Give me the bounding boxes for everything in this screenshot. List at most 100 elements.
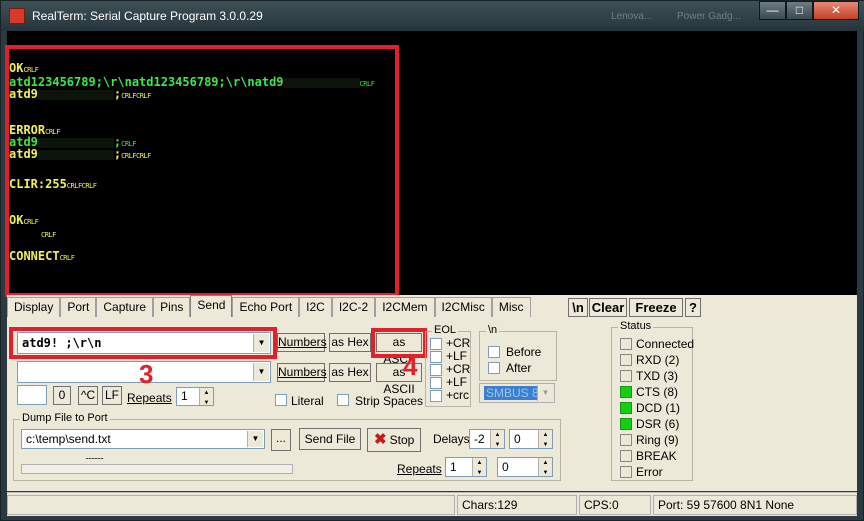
send-zero-button[interactable]: 0 [53, 386, 71, 405]
spinner-arrows-icon[interactable]: ▲ ▼ [538, 430, 552, 448]
tab-port[interactable]: Port [60, 297, 97, 317]
status-group: Status Connected RXD (2) TXD (3) CTS (8) DCD… [611, 320, 695, 481]
repeats-value: 1 [181, 389, 188, 403]
status-led-icon [620, 386, 632, 398]
tab-display[interactable]: Display [7, 297, 61, 317]
delay-value-1: -2 [474, 432, 485, 446]
literal-label: Literal [291, 394, 324, 408]
eol-checkbox[interactable] [430, 377, 442, 389]
eol-option-label: +crc [446, 388, 470, 402]
minimize-icon[interactable]: — [759, 1, 786, 20]
status-led-icon [620, 450, 632, 462]
tab-i2c[interactable]: I2C [299, 297, 332, 317]
status-item-label: CTS (8) [636, 385, 678, 399]
eol-group: EOL +CR +LF +CR +LF +crc [425, 324, 471, 407]
eol-label: EOL [432, 324, 459, 336]
status-item-label: TXD (3) [636, 369, 678, 383]
chevron-down-icon[interactable]: ▼ [247, 431, 263, 447]
dump-file-path[interactable]: c:\temp\send.txt ▼ [21, 429, 265, 449]
as-hex-button-2[interactable]: as Hex [329, 363, 371, 382]
dump-repeat-spinner-1[interactable]: 1 ▲ ▼ [445, 457, 487, 477]
as-hex-button-1[interactable]: as Hex [329, 333, 371, 352]
spinner-arrows-icon[interactable]: ▲ ▼ [538, 458, 552, 476]
status-led-icon [620, 466, 632, 478]
tab-i2cmem[interactable]: I2CMem [375, 297, 435, 317]
status-led-icon [620, 370, 632, 382]
annotation-number-4: 4 [403, 351, 418, 381]
status-item-label: DCD (1) [636, 401, 680, 415]
chars-count: Chars:129 [457, 495, 577, 515]
eol-option-label: +CR [446, 336, 471, 350]
eol-option-label: +LF [446, 349, 468, 363]
send-lf-button[interactable]: LF [102, 386, 122, 405]
browse-button[interactable]: ... [271, 429, 291, 451]
tab-capture[interactable]: Capture [96, 297, 154, 317]
status-item-label: RXD (2) [636, 353, 680, 367]
before-checkbox[interactable] [488, 346, 500, 358]
window-title: RealTerm: Serial Capture Program 3.0.0.2… [32, 9, 263, 23]
spinner-arrows-icon[interactable]: ▲ ▼ [472, 458, 486, 476]
realterm-window: RealTerm: Serial Capture Program 3.0.0.2… [0, 0, 864, 521]
maximize-icon[interactable]: □ [786, 1, 813, 20]
status-led-icon [620, 434, 632, 446]
status-led-icon [620, 338, 632, 350]
status-item-label: Connected [636, 337, 695, 351]
status-item-label: BREAK [636, 449, 677, 463]
status-led-icon [620, 354, 632, 366]
blurred-taskbar-title: Lenova... [611, 11, 653, 22]
repeat-value-1: 1 [450, 460, 457, 474]
numbers-button-1[interactable]: Numbers [277, 333, 327, 352]
smbus-select[interactable]: SMBUS 8 ▼ [479, 383, 555, 403]
highlight-box-ascii [371, 328, 427, 358]
eol-option-label: +CR [446, 362, 471, 376]
stop-button[interactable]: ✖ Stop [367, 428, 421, 452]
app-icon [9, 8, 25, 24]
spinner-arrows-icon[interactable]: ▲ ▼ [490, 430, 504, 448]
numbers-button-2[interactable]: Numbers [277, 363, 327, 382]
status-label: Status [618, 320, 654, 332]
before-label: Before [506, 345, 542, 359]
tab-i2c-2[interactable]: I2C-2 [331, 297, 376, 317]
title-bar: RealTerm: Serial Capture Program 3.0.0.2… [1, 1, 864, 31]
tab-i2cmisc[interactable]: I2CMisc [434, 297, 492, 317]
dump-progress-bar [21, 464, 293, 474]
port-settings: Port: 59 57600 8N1 None [653, 495, 857, 515]
status-bar: Chars:129 CPS:0 Port: 59 57600 8N1 None [7, 492, 857, 516]
blurred-taskbar-title: Power Gadg... [677, 11, 741, 22]
delay-spinner-2[interactable]: 0 ▲ ▼ [509, 429, 553, 449]
send-file-button[interactable]: Send File [299, 428, 361, 450]
repeat-value-2: 0 [502, 460, 509, 474]
tab-echo-port[interactable]: Echo Port [232, 297, 300, 317]
chevron-down-icon[interactable]: ▼ [537, 385, 553, 401]
after-checkbox[interactable] [488, 362, 500, 374]
small-char-input[interactable] [17, 385, 47, 405]
dump-repeats-label: Repeats [397, 462, 442, 476]
eol-checkbox[interactable] [430, 338, 442, 350]
progress-dots: ............ [85, 451, 104, 461]
clear-button[interactable]: Clear [589, 298, 627, 317]
eol-checkbox[interactable] [430, 390, 442, 402]
tab-pins[interactable]: Pins [153, 297, 191, 317]
repeats-spinner[interactable]: 1 ▲ ▼ [176, 387, 214, 406]
eol-checkbox[interactable] [430, 364, 442, 376]
send-ctrl-c-button[interactable]: ^C [78, 386, 98, 405]
freeze-button[interactable]: Freeze [629, 298, 683, 317]
spinner-arrows-icon[interactable]: ▲ ▼ [199, 388, 213, 406]
tab-row: Display Port Capture Pins Send Echo Port I2C I2… [7, 295, 531, 317]
literal-checkbox[interactable] [275, 394, 287, 406]
status-led-icon [620, 402, 632, 414]
help-button[interactable]: ? [685, 298, 701, 317]
after-label: After [506, 361, 532, 375]
delays-label: Delays [433, 432, 470, 446]
tab-send[interactable]: Send [190, 295, 233, 317]
stop-label: Stop [389, 433, 415, 447]
tab-misc[interactable]: Misc [491, 297, 531, 317]
eol-checkbox[interactable] [430, 351, 442, 363]
delay-spinner-1[interactable]: -2 ▲ ▼ [469, 429, 505, 449]
newline-button[interactable]: \n [568, 298, 588, 317]
close-icon[interactable]: ✕ [813, 1, 859, 20]
highlight-box-terminal [5, 45, 399, 297]
strip-spaces-checkbox[interactable] [337, 394, 349, 406]
dump-repeat-spinner-2[interactable]: 0 ▲ ▼ [497, 457, 553, 477]
chevron-down-icon[interactable]: ▼ [253, 363, 269, 381]
